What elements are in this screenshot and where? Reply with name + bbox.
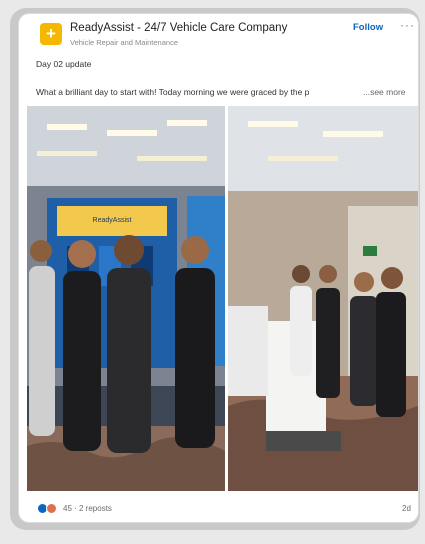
post-card: + ReadyAssist - 24/7 Vehicle Care Compan…: [19, 14, 418, 522]
post-time: 2d: [402, 504, 411, 513]
post-photo-hall[interactable]: [228, 106, 418, 491]
booth-photo-illustration: ReadyAssist: [27, 106, 225, 491]
post-photo-booth[interactable]: ReadyAssist: [27, 106, 225, 491]
more-options-icon[interactable]: ···: [400, 18, 415, 32]
hall-photo-illustration: [228, 106, 418, 491]
reactions-count: 45 · 2 reposts: [63, 504, 112, 513]
company-name[interactable]: ReadyAssist - 24/7 Vehicle Care Company: [70, 22, 287, 34]
company-subtitle: Vehicle Repair and Maintenance: [70, 38, 178, 47]
booth-sign: ReadyAssist: [93, 217, 132, 224]
post-title: Day 02 update: [36, 59, 92, 69]
see-more-link[interactable]: ...see more: [363, 87, 406, 97]
post-text: What a brilliant day to start with! Toda…: [36, 87, 310, 97]
follow-button[interactable]: Follow: [353, 22, 383, 33]
celebrate-icon: [46, 503, 57, 514]
company-logo[interactable]: +: [40, 23, 62, 45]
reactions-summary[interactable]: 45 · 2 reposts: [37, 503, 112, 514]
